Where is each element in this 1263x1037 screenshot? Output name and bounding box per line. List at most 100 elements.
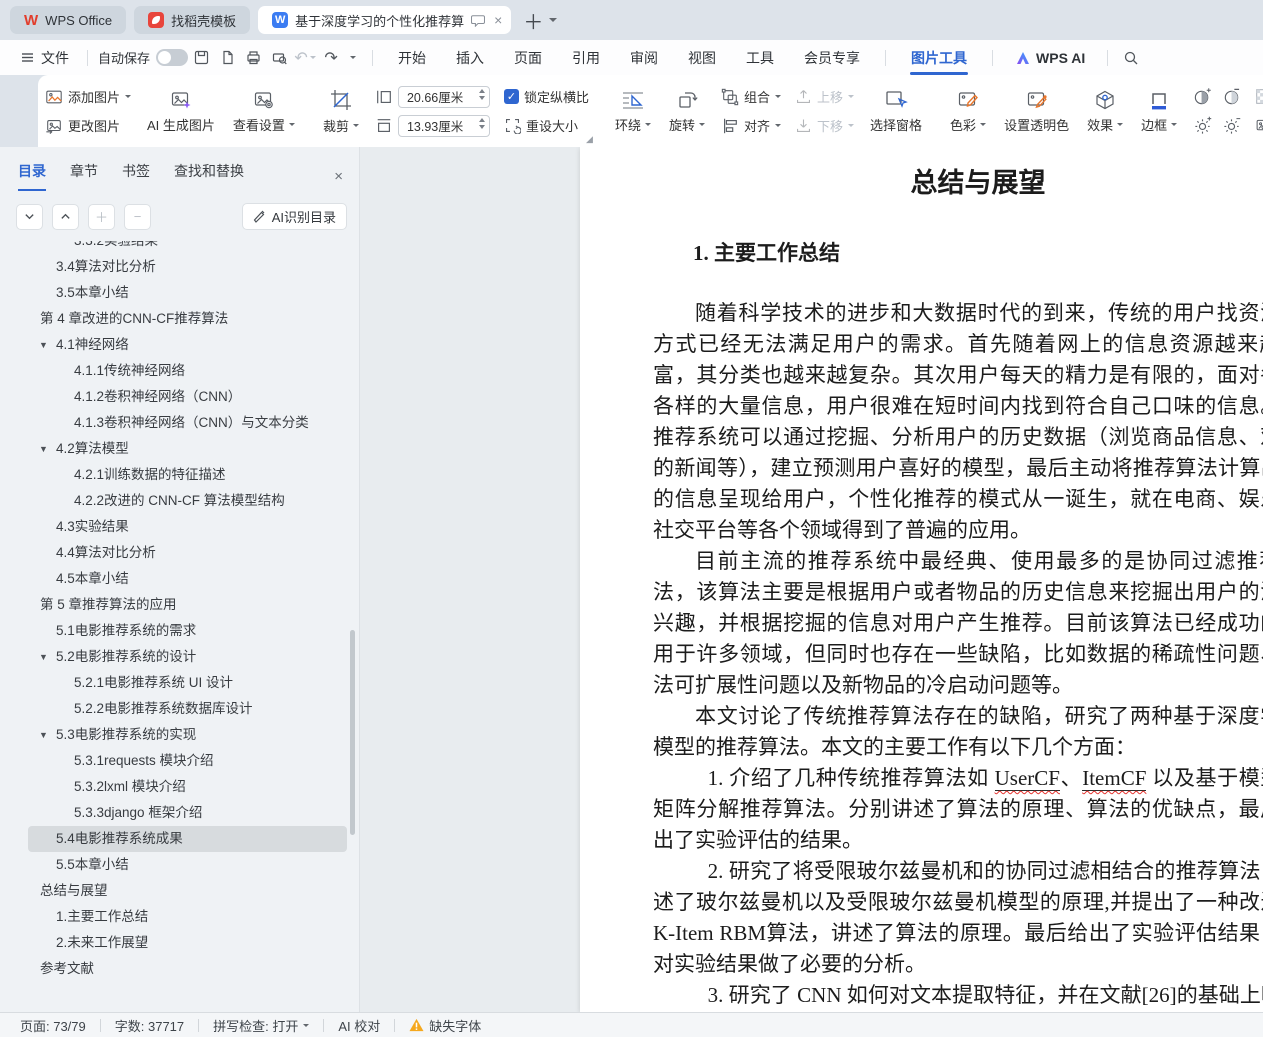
ai-proofread-button[interactable]: AI 校对 bbox=[338, 1016, 380, 1035]
new-tab-button[interactable]: ＋ bbox=[523, 6, 543, 35]
toc-item[interactable]: 4.2.1训练数据的特征描述 bbox=[0, 462, 359, 488]
sidebar-tab-章节[interactable]: 章节 bbox=[70, 161, 98, 191]
step-up-icon[interactable] bbox=[479, 118, 485, 122]
toc-zoom-out-button[interactable]: − bbox=[124, 204, 151, 230]
group-button[interactable]: 组合 bbox=[721, 86, 781, 108]
width-spinner[interactable] bbox=[398, 86, 490, 108]
doc-paragraph[interactable]: 2. 研究了将受限玻尔兹曼机和的协同过滤相结合的推荐算法，讲述了玻尔兹曼机以及受… bbox=[653, 856, 1263, 980]
toc-item[interactable]: 参考文献 bbox=[0, 956, 359, 982]
collapse-arrow-icon[interactable]: ▼ bbox=[39, 644, 48, 670]
sidebar-tab-查找和替换[interactable]: 查找和替换 bbox=[174, 161, 244, 191]
add-image-button[interactable]: 添加图片 bbox=[45, 86, 131, 108]
close-icon[interactable]: × bbox=[334, 168, 343, 185]
toc-item[interactable]: 5.3.2lxml 模块介绍 bbox=[0, 774, 359, 800]
reset-style-button[interactable]: 重设样式 bbox=[1255, 115, 1263, 137]
transparency-button[interactable]: 透明度 bbox=[1255, 86, 1263, 108]
page-indicator[interactable]: 页面: 73/79 bbox=[20, 1016, 86, 1035]
toc-item[interactable]: ▼5.2电影推荐系统的设计 bbox=[0, 644, 359, 670]
tab-list-chevron-icon[interactable] bbox=[549, 18, 557, 22]
sidebar-tab-书签[interactable]: 书签 bbox=[122, 161, 150, 191]
border-button[interactable]: 边框 bbox=[1132, 75, 1186, 147]
wps-ai-menu[interactable]: WPS AI bbox=[1003, 50, 1097, 66]
menu-审阅[interactable]: 审阅 bbox=[615, 40, 673, 75]
toc-item[interactable]: 5.2.1电影推荐系统 UI 设计 bbox=[0, 670, 359, 696]
set-transparent-color-button[interactable]: 设置透明色 bbox=[995, 75, 1078, 147]
toc-zoom-in-button[interactable]: ＋ bbox=[88, 204, 115, 230]
file-menu[interactable]: 文件 bbox=[12, 48, 77, 68]
export-button[interactable] bbox=[214, 46, 240, 70]
align-button[interactable]: 对齐 bbox=[721, 115, 781, 137]
lock-aspect-ratio-checkbox[interactable]: ✓ 锁定纵横比 bbox=[504, 86, 589, 108]
toc-item[interactable]: 4.1.2卷积神经网络（CNN） bbox=[0, 384, 359, 410]
toc-item[interactable]: 第 4 章改进的CNN-CF推荐算法 bbox=[0, 306, 359, 332]
reset-size-button[interactable]: 重设大小 bbox=[504, 115, 589, 137]
toc-item[interactable]: ▼5.3电影推荐系统的实现 bbox=[0, 722, 359, 748]
menu-页面[interactable]: 页面 bbox=[499, 40, 557, 75]
search-button[interactable] bbox=[1118, 46, 1144, 70]
toc-item[interactable]: 5.2.2电影推荐系统数据库设计 bbox=[0, 696, 359, 722]
undo-button[interactable]: ↶ bbox=[292, 46, 318, 70]
brightness-increase-button[interactable] bbox=[1193, 116, 1212, 135]
contrast-decrease-button[interactable] bbox=[1222, 87, 1241, 106]
toc-item[interactable]: 4.4算法对比分析 bbox=[0, 540, 359, 566]
change-image-button[interactable]: 更改图片 bbox=[45, 115, 131, 137]
doc-paragraph[interactable]: 3. 研究了 CNN 如何对文本提取特征，并在文献[26]的基础上吸取文献[30… bbox=[653, 980, 1263, 1012]
toc-item[interactable]: 4.1.1传统神经网络 bbox=[0, 358, 359, 384]
print-button[interactable] bbox=[240, 46, 266, 70]
menu-引用[interactable]: 引用 bbox=[557, 40, 615, 75]
toc-item[interactable]: 5.3.1requests 模块介绍 bbox=[0, 748, 359, 774]
toc-item[interactable]: 3.4算法对比分析 bbox=[0, 254, 359, 280]
toc-item[interactable]: 第 5 章推荐算法的应用 bbox=[0, 592, 359, 618]
app-tab[interactable]: 找稻壳模板 bbox=[134, 6, 250, 34]
toc-item[interactable]: ▼4.1神经网络 bbox=[0, 332, 359, 358]
quickbar-chevron-icon[interactable] bbox=[350, 56, 356, 59]
brightness-decrease-button[interactable] bbox=[1222, 116, 1241, 135]
doc-paragraph[interactable]: 1. 介绍了几种传统推荐算法如 UserCF、ItemCF 以及基于模型的矩阵分… bbox=[653, 763, 1263, 856]
toc-item[interactable]: 4.1.3卷积神经网络（CNN）与文本分类 bbox=[0, 410, 359, 436]
redo-button[interactable]: ↷ bbox=[318, 46, 344, 70]
menu-工具[interactable]: 工具 bbox=[731, 40, 789, 75]
toc-item[interactable]: 4.2.2改进的 CNN-CF 算法模型结构 bbox=[0, 488, 359, 514]
doc-paragraph[interactable]: 本文讨论了传统推荐算法存在的缺陷，研究了两种基于深度学习模型的推荐算法。本文的主… bbox=[653, 701, 1263, 763]
spellcheck-status[interactable]: 拼写检查: 打开 bbox=[213, 1016, 309, 1035]
crop-button[interactable]: 裁剪 bbox=[314, 75, 368, 147]
toc-item[interactable]: 4.5本章小结 bbox=[0, 566, 359, 592]
contrast-increase-button[interactable] bbox=[1193, 87, 1212, 106]
toc-item[interactable]: 3.3.2实验结果 bbox=[0, 241, 359, 254]
toc-item[interactable]: 3.5本章小结 bbox=[0, 280, 359, 306]
save-button[interactable] bbox=[188, 46, 214, 70]
toc-item[interactable]: ▼4.2算法模型 bbox=[0, 436, 359, 462]
collapse-arrow-icon[interactable]: ▼ bbox=[39, 436, 48, 462]
rotate-button[interactable]: 旋转 bbox=[660, 75, 714, 147]
toc-collapse-button[interactable] bbox=[52, 204, 79, 230]
toc-item[interactable]: 5.5本章小结 bbox=[0, 852, 359, 878]
wrap-button[interactable]: 环绕 bbox=[606, 75, 660, 147]
width-input[interactable] bbox=[399, 90, 465, 104]
step-down-icon[interactable] bbox=[479, 96, 485, 100]
doc-paragraph[interactable]: 随着科学技术的进步和大数据时代的到来，传统的用户找资源的方式已经无法满足用户的需… bbox=[653, 298, 1263, 546]
doc-paragraph[interactable]: 目前主流的推荐系统中最经典、使用最多的是协同过滤推荐算法，该算法主要是根据用户或… bbox=[653, 546, 1263, 701]
autosave-control[interactable]: 自动保存 bbox=[98, 48, 188, 67]
toc-item[interactable]: 1.主要工作总结 bbox=[0, 904, 359, 930]
app-tab[interactable]: WWPS Office bbox=[10, 6, 126, 34]
autosave-toggle[interactable] bbox=[156, 49, 188, 66]
tab-picture-tools[interactable]: 图片工具 bbox=[896, 40, 982, 75]
toc-item[interactable]: 总结与展望 bbox=[0, 878, 359, 904]
menu-会员专享[interactable]: 会员专享 bbox=[789, 40, 875, 75]
selection-pane-button[interactable]: 选择窗格 bbox=[861, 75, 931, 147]
sidebar-tab-目录[interactable]: 目录 bbox=[18, 161, 46, 191]
collapse-arrow-icon[interactable]: ▼ bbox=[39, 332, 48, 358]
ai-recognize-toc-button[interactable]: AI识别目录 bbox=[242, 203, 347, 230]
sidebar-scrollbar[interactable] bbox=[350, 630, 355, 835]
dialog-launcher-icon[interactable]: ◢ bbox=[586, 135, 593, 144]
word-count[interactable]: 字数: 37717 bbox=[115, 1016, 184, 1035]
color-button[interactable]: 色彩 bbox=[941, 75, 995, 147]
toc-item[interactable]: 4.3实验结果 bbox=[0, 514, 359, 540]
move-up-button[interactable]: 上移 bbox=[795, 86, 854, 108]
toc-expand-button[interactable] bbox=[16, 204, 43, 230]
effects-button[interactable]: 效果 bbox=[1078, 75, 1132, 147]
toc-item[interactable]: 致谢 bbox=[0, 982, 359, 983]
step-down-icon[interactable] bbox=[479, 125, 485, 129]
menu-开始[interactable]: 开始 bbox=[383, 40, 441, 75]
document-page[interactable]: 总结与展望1. 主要工作总结随着科学技术的进步和大数据时代的到来，传统的用户找资… bbox=[580, 147, 1263, 1012]
